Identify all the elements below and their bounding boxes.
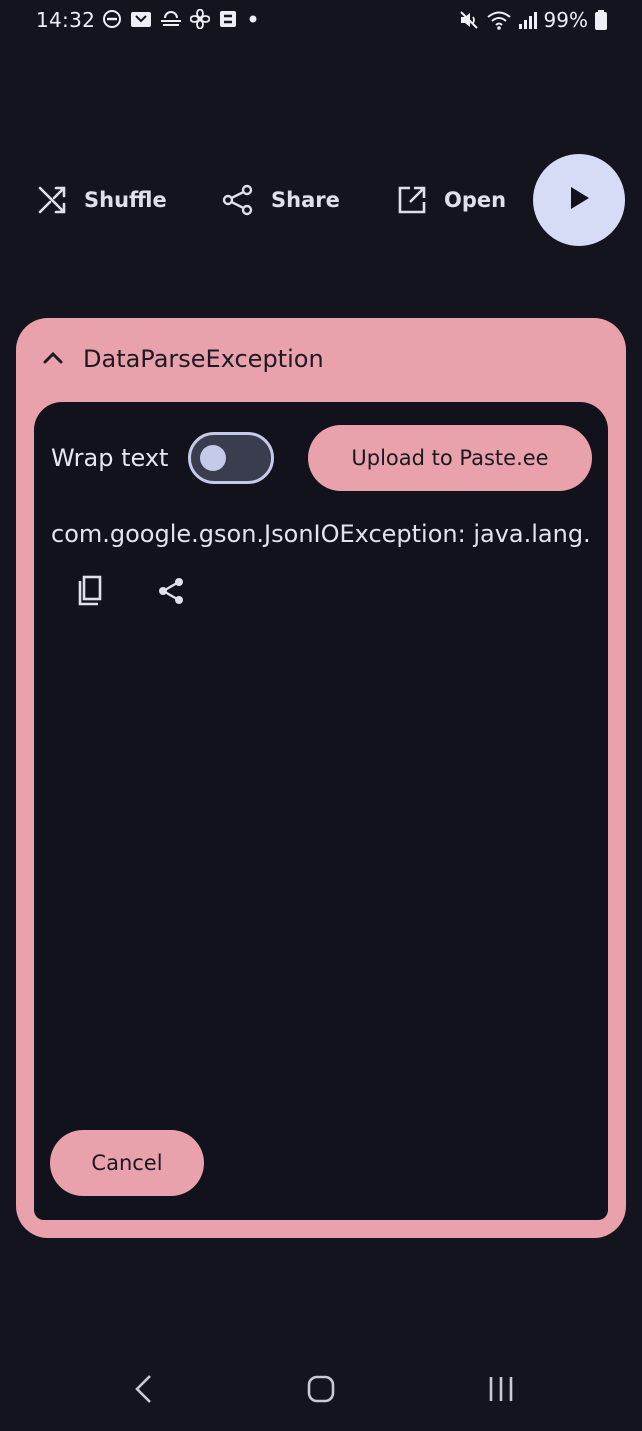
share-icon — [221, 183, 255, 217]
dnd-icon — [102, 9, 122, 29]
toggle-knob — [200, 445, 226, 471]
open-external-icon — [396, 184, 428, 216]
shuffle-icon — [36, 184, 68, 216]
cancel-button[interactable]: Cancel — [50, 1130, 204, 1196]
home-icon[interactable] — [306, 1374, 336, 1408]
card-title: DataParseException — [83, 345, 324, 373]
play-icon — [567, 185, 591, 215]
shuffle-button[interactable]: Shuffle — [36, 180, 167, 220]
share-text-icon[interactable] — [156, 576, 186, 610]
back-icon[interactable] — [130, 1374, 156, 1408]
chevron-up-icon — [42, 349, 64, 369]
recents-icon[interactable] — [486, 1374, 516, 1408]
play-button[interactable] — [533, 154, 625, 246]
status-time: 14:32 — [36, 8, 96, 32]
upload-to-paste-button[interactable]: Upload to Paste.ee — [308, 425, 592, 491]
status-bar: 14:32 99% — [0, 0, 642, 40]
mute-icon — [458, 9, 480, 31]
navigation-bar — [0, 1350, 642, 1430]
battery-icon — [594, 9, 608, 31]
copy-icon[interactable] — [74, 574, 104, 612]
battery-percentage: 99% — [543, 8, 588, 32]
dot-icon — [246, 9, 260, 29]
exception-panel: Wrap text Upload to Paste.ee com.google.… — [34, 402, 608, 1220]
signal-icon — [518, 9, 538, 31]
shuffle-label: Shuffle — [84, 188, 167, 212]
share-button[interactable]: Share — [221, 180, 340, 220]
app-icon — [218, 9, 238, 29]
screen: 14:32 99% Shuffle Share Open DataParseEx… — [0, 0, 642, 1431]
share-label: Share — [271, 188, 340, 212]
wrap-text-toggle[interactable] — [188, 432, 274, 484]
notification-icon — [130, 9, 152, 29]
fan-icon — [190, 9, 210, 29]
open-label: Open — [444, 188, 507, 212]
card-header-collapse-toggle[interactable]: DataParseException — [16, 318, 626, 402]
wifi-icon — [486, 9, 512, 31]
exception-text: com.google.gson.JsonIOException: java.la… — [51, 520, 592, 548]
weather-icon — [160, 9, 182, 29]
wrap-text-label: Wrap text — [51, 444, 169, 472]
action-row: Shuffle Share Open — [0, 150, 642, 250]
open-button[interactable]: Open — [396, 180, 506, 220]
status-right: 99% — [458, 8, 608, 32]
status-left-icons — [102, 9, 260, 29]
error-card: DataParseException Wrap text Upload to P… — [16, 318, 626, 1238]
